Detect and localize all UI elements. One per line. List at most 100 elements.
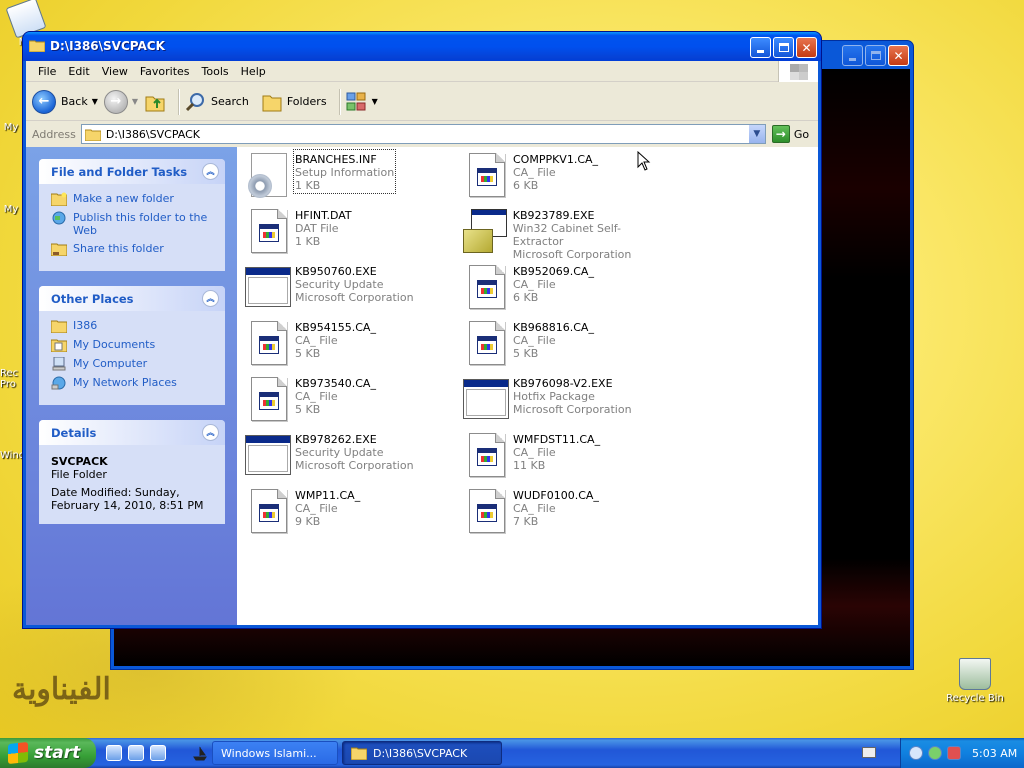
file-item[interactable]: HFINT.DAT DAT File 1 KB [243,207,453,259]
menu-edit[interactable]: Edit [62,65,95,78]
clock[interactable]: 5:03 AM [972,747,1017,760]
collapse-icon[interactable]: ︽ [202,163,219,180]
ca-file-icon [461,319,509,367]
file-name: COMPPKV1.CA_ [513,153,599,166]
file-name: KB923789.EXE [512,209,595,222]
desktop-icon-label: My [3,122,19,133]
keyboard-icon[interactable] [862,747,876,758]
panel-header[interactable]: File and Folder Tasks ︽ [39,159,225,184]
bg-minimize-button[interactable] [842,45,863,66]
show-desktop-icon[interactable] [106,745,122,761]
place-link-my-network-places[interactable]: My Network Places [51,376,215,390]
go-button[interactable]: → Go [771,125,810,143]
start-button[interactable]: start [0,738,96,768]
views-button[interactable]: ▼ [346,92,378,112]
folders-label: Folders [286,95,327,108]
media-player-icon[interactable] [150,745,166,761]
go-label: Go [793,127,810,141]
menu-view[interactable]: View [96,65,134,78]
menu-tools[interactable]: Tools [196,65,235,78]
file-item[interactable]: KB968816.CA_ CA_ File 5 KB [461,319,671,371]
menu-favorites[interactable]: Favorites [134,65,196,78]
desktop-icon-recycle-bin[interactable]: Recycle Bin [940,658,1010,704]
file-item[interactable]: KB954155.CA_ CA_ File 5 KB [243,319,453,371]
details-modified: Date Modified: Sunday, February 14, 2010… [51,486,204,512]
file-name: BRANCHES.INF [295,153,377,166]
up-folder-button[interactable] [144,91,166,113]
file-type: Win32 Cabinet Self-Extractor [512,222,622,248]
task-button-svcpack[interactable]: D:\I386\SVCPACK [342,741,502,765]
address-dropdown-icon[interactable]: ▼ [747,125,765,143]
file-company: Microsoft Corporation [295,459,414,472]
folder-icon [51,320,67,333]
bg-maximize-button[interactable] [865,45,886,66]
make-new-folder-link[interactable]: Make a new folder [51,192,215,206]
wallpaper-arabic-text: الفيناوية [12,672,111,707]
close-button[interactable]: ✕ [796,37,817,58]
ca-file-icon [461,487,509,535]
quick-launch [106,745,166,761]
file-item[interactable]: BRANCHES.INF Setup Information 1 KB [243,149,453,203]
title-bar[interactable]: D:\I386\SVCPACK ✕ [23,32,821,61]
internet-explorer-icon[interactable] [128,745,144,761]
search-button[interactable]: Search [185,91,249,113]
task-pane: File and Folder Tasks ︽ Make a new folde… [26,147,237,625]
file-name: KB976098-V2.EXE [513,377,613,390]
bg-close-button[interactable]: ✕ [888,45,909,66]
file-item[interactable]: KB923789.EXE Win32 Cabinet Self-Extractor… [461,207,671,261]
forward-dropdown-icon[interactable]: ▼ [132,97,138,106]
place-link-my-documents[interactable]: My Documents [51,338,215,352]
file-type: CA_ File [513,334,556,347]
folders-button[interactable]: Folders [261,91,327,113]
ship-icon[interactable] [192,745,208,761]
place-link-my-computer[interactable]: My Computer [51,357,215,371]
start-label: start [34,743,81,763]
folder-icon [28,39,46,53]
system-tray: 5:03 AM [900,738,1024,768]
desktop-icon-my-computer[interactable]: My [0,122,22,133]
up-folder-icon [145,96,165,111]
exe-window-icon [461,375,509,423]
back-button[interactable]: ← Back ▼ [32,89,98,114]
panel-header[interactable]: Details ︽ [39,420,225,445]
file-item[interactable]: WMFDST11.CA_ CA_ File 11 KB [461,431,671,483]
menu-help[interactable]: Help [235,65,272,78]
file-type: Hotfix Package [513,390,595,403]
file-item[interactable]: KB950760.EXE Security Update Microsoft Cor… [243,263,453,315]
desktop-icon-label: Rec Pro [0,368,19,390]
file-size: 6 KB [513,291,539,304]
place-link-i386[interactable]: I386 [51,319,215,333]
file-item[interactable]: KB976098-V2.EXE Hotfix Package Microsoft C… [461,375,671,427]
desktop-icon-my-network[interactable]: My [0,204,22,215]
task-button-windows-islamic[interactable]: Windows Islami... [212,741,338,765]
tray-icon-1[interactable] [909,746,923,760]
maximize-button[interactable] [773,37,794,58]
security-shield-icon[interactable] [947,746,961,760]
publish-folder-link[interactable]: Publish this folder to the Web [51,211,215,237]
ca-file-icon [461,263,509,311]
file-item[interactable]: WMP11.CA_ CA_ File 9 KB [243,487,453,539]
back-dropdown-icon[interactable]: ▼ [92,97,98,106]
collapse-icon[interactable]: ︽ [202,424,219,441]
panel-header[interactable]: Other Places ︽ [39,286,225,311]
address-input[interactable]: D:\I386\SVCPACK ▼ [80,124,766,144]
menu-file[interactable]: File [32,65,62,78]
collapse-icon[interactable]: ︽ [202,290,219,307]
link-label: My Network Places [73,376,177,389]
desktop-icon-recycle-partial[interactable]: Rec Pro [0,368,22,390]
file-item[interactable]: KB952069.CA_ CA_ File 6 KB [461,263,671,315]
tray-icon-2[interactable] [928,746,942,760]
forward-button[interactable]: → ▼ [103,89,138,114]
setup-info-icon [243,151,291,199]
ca-file-icon [243,487,291,535]
file-list: BRANCHES.INF Setup Information 1 KB COMPPK… [237,147,818,625]
file-type: Security Update [295,446,384,459]
file-item[interactable]: KB978262.EXE Security Update Microsoft Cor… [243,431,453,483]
file-item[interactable]: KB973540.CA_ CA_ File 5 KB [243,375,453,427]
share-folder-link[interactable]: Share this folder [51,242,215,256]
explorer-window[interactable]: D:\I386\SVCPACK ✕ File Edit View Favorit… [22,31,822,629]
minimize-button[interactable] [750,37,771,58]
desktop-icon-windows-partial[interactable]: Windo [0,450,22,461]
file-name: KB968816.CA_ [513,321,594,334]
file-item[interactable]: WUDF0100.CA_ CA_ File 7 KB [461,487,671,539]
